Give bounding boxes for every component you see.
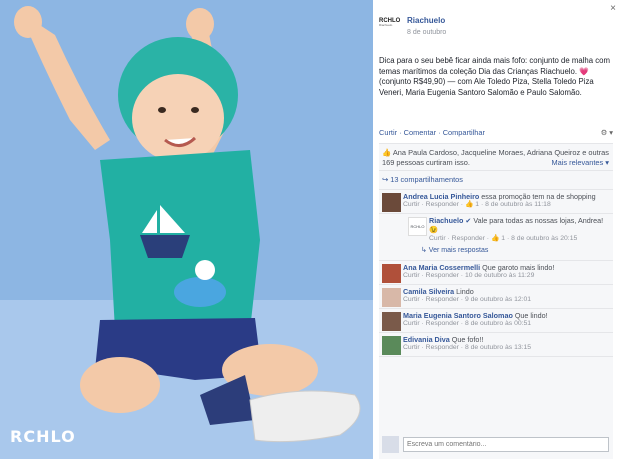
watermark: RCHLO [10,427,76,446]
comment-meta[interactable]: Curtir · Responder · 👍 1 · 8 de outubro … [429,235,609,244]
comment-author[interactable]: Edivania Diva [403,335,450,344]
relevance-dropdown[interactable]: Mais relevantes ▾ [551,158,609,168]
like-button[interactable]: Curtir [379,128,397,137]
write-comment [382,436,610,453]
see-more-replies[interactable]: ↳ Ver mais respostas [379,245,613,261]
page-name[interactable]: Riachuelo [407,16,446,26]
reply-item: RCHLO Riachuelo ✔ Vale para todas as nos… [405,214,613,246]
avatar[interactable] [382,192,401,212]
comment-text: Que garoto mais lindo! [482,262,555,272]
avatar[interactable]: RCHLO [408,216,427,236]
comment-author[interactable]: Riachuelo [429,216,463,225]
user-avatar [382,436,399,453]
share-icon: ↪ [382,175,389,185]
settings-icon[interactable]: ⚙ ▾ [601,128,613,138]
comment-meta[interactable]: Curtir · Responder · 8 de outubro às 00:… [403,320,609,329]
comment-item: Camila Silveira Lindo Curtir · Responder… [379,285,613,309]
post-sidebar: × RCHLO Riachuelo Riachuelo 8 de outubro … [373,0,620,459]
avatar[interactable] [382,335,401,355]
likes-summary: 👍 Ana Paula Cardoso, Jacqueline Moraes, … [379,144,613,172]
comment-author[interactable]: Camila Silveira [403,287,454,296]
comment-text: Que fofo!! [451,334,484,344]
comment-item: Andrea Lucia Pinheiro essa promoção tem … [379,190,613,214]
comment-text: Que lindo! [514,310,548,320]
comment-meta[interactable]: Curtir · Responder · 9 de outubro às 12:… [403,296,609,305]
comment-meta[interactable]: Curtir · Responder · 👍 1 · 8 de outubro … [403,201,609,210]
comment-text: Lindo [456,286,474,296]
comments-box: 👍 Ana Paula Cardoso, Jacqueline Moraes, … [379,143,613,459]
comment-input[interactable] [403,437,609,452]
comment-item: Maria Eugenia Santoro Salomao Que lindo!… [379,309,613,333]
comment-author[interactable]: Ana Maria Cossermelli [403,263,480,272]
avatar[interactable] [382,287,401,307]
avatar[interactable] [382,311,401,331]
post-actions: Curtir · Comentar · Compartilhar ⚙ ▾ [379,128,613,138]
comment-meta[interactable]: Curtir · Responder · 8 de outubro às 13:… [403,344,609,353]
post-text: Dica para o seu bebê ficar ainda mais fo… [379,56,611,97]
post-date[interactable]: 8 de outubro [407,28,446,37]
comment-author[interactable]: Maria Eugenia Santoro Salomao [403,311,513,320]
page-logo[interactable]: RCHLO Riachuelo [379,18,405,36]
verified-icon: ✔ [465,215,472,225]
avatar[interactable] [382,263,401,283]
post-photo[interactable]: RCHLO [0,0,373,459]
comment-item: Edivania Diva Que fofo!! Curtir · Respon… [379,333,613,357]
comment-meta[interactable]: Curtir · Responder · 10 de outubro às 11… [403,272,609,281]
comment-author[interactable]: Andrea Lucia Pinheiro [403,192,479,201]
comment-item: Ana Maria Cossermelli Que garoto mais li… [379,261,613,285]
shares-count[interactable]: ↪ 13 compartilhamentos [379,171,613,190]
comment-button[interactable]: Comentar [404,128,436,137]
thumbs-up-icon: 👍 [382,148,392,157]
close-icon[interactable]: × [610,2,616,15]
share-button[interactable]: Compartilhar [443,128,485,137]
comment-text: essa promoção tem na de shopping [481,191,596,201]
baby-photo-illustration [0,0,373,459]
